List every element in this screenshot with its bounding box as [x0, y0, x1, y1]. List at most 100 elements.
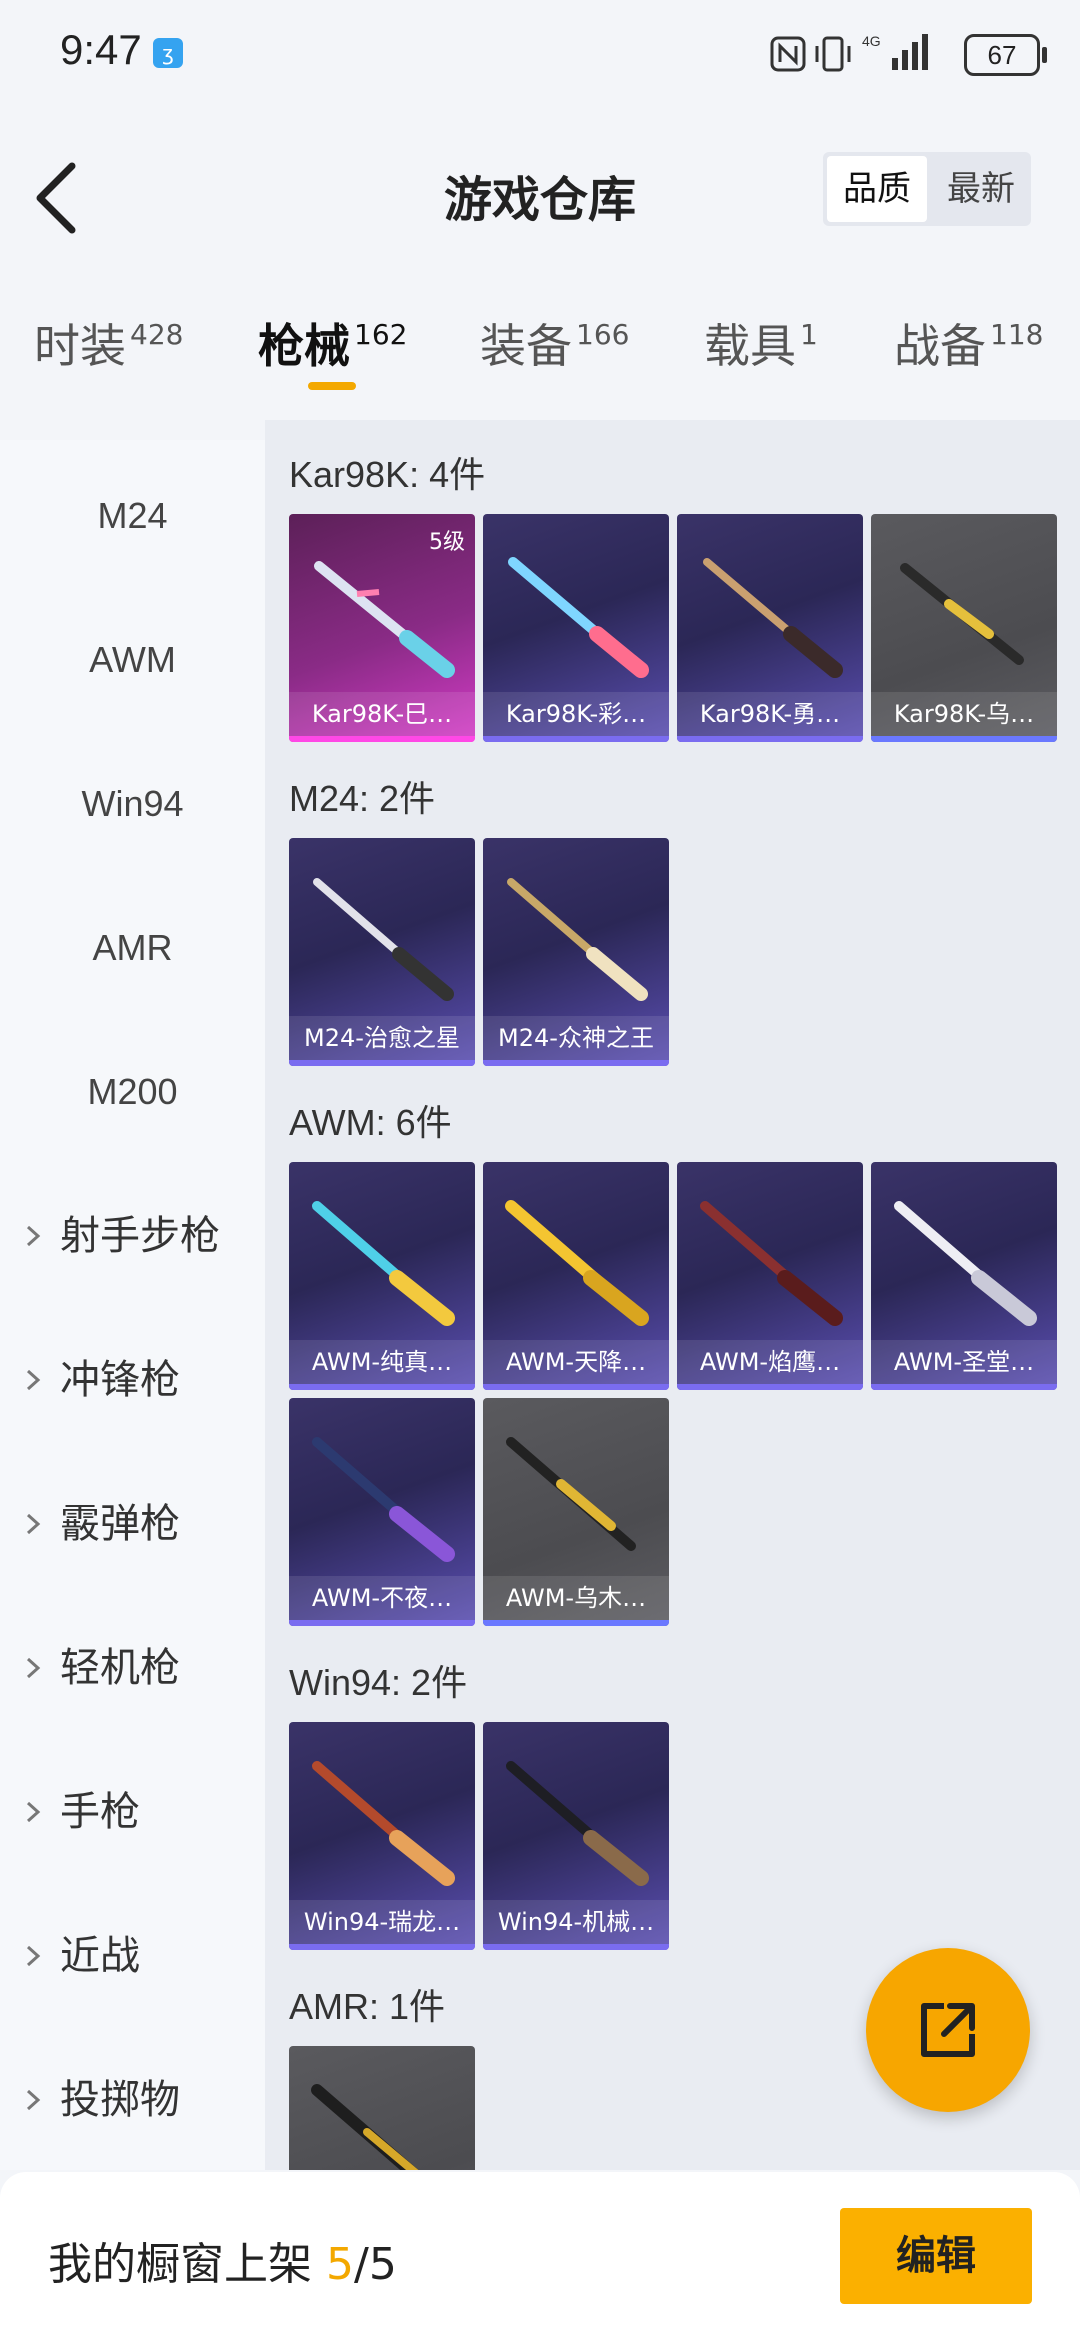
weapon-card[interactable]: Kar98K-勇…	[677, 514, 863, 742]
tab-count: 166	[576, 318, 630, 351]
sidebar-group-throwable[interactable]: 投掷物	[0, 2060, 265, 2140]
quality-bar	[483, 1944, 669, 1950]
quality-bar	[289, 1384, 475, 1390]
status-bar: 9:47 ʒ 4G 67	[0, 0, 1080, 110]
tab-combat-supplies[interactable]: 战备 118	[894, 310, 1043, 376]
weapon-card[interactable]: Win94-机械…	[483, 1722, 669, 1950]
tab-vehicles[interactable]: 载具 1	[704, 310, 818, 376]
rifle-icon	[505, 1200, 649, 1326]
rifle-icon	[506, 1761, 649, 1886]
weapon-card[interactable]: AWM-不夜…	[289, 1398, 475, 1626]
rifle-icon	[313, 878, 454, 1001]
chevron-right-icon	[26, 1657, 41, 1679]
sort-latest-button[interactable]: 最新	[931, 152, 1031, 226]
showcase-total: /5	[354, 2239, 397, 2290]
weapon-card[interactable]: AWM-纯真…	[289, 1162, 475, 1390]
sidebar-group-marksman[interactable]: 射手步枪	[0, 1196, 265, 1276]
sidebar-group-shotgun[interactable]: 霰弹枪	[0, 1484, 265, 1564]
weapon-name: M24-众神之王	[483, 1016, 669, 1060]
weapon-card[interactable]: AWM-圣堂…	[871, 1162, 1057, 1390]
weapon-card[interactable]: 5级 Kar98K-巳…	[289, 514, 475, 742]
chevron-right-icon	[26, 1801, 41, 1823]
weapon-name: M24-治愈之星	[289, 1016, 475, 1060]
share-button[interactable]	[866, 1948, 1030, 2112]
weapon-list: Kar98K: 4件 5级 Kar98K-巳… Kar98K-彩… Kar98K…	[265, 420, 1080, 2170]
category-tabs: 时装 428 枪械 162 装备 166 载具 1 战备 118	[0, 290, 1080, 420]
weapon-name: AWM-乌木…	[483, 1576, 669, 1620]
rifle-icon	[700, 1201, 843, 1326]
sidebar-item-amr[interactable]: AMR	[0, 908, 265, 988]
sidebar-group-label: 霰弹枪	[60, 1502, 180, 1546]
weapon-card[interactable]: AWM-焰鹰…	[677, 1162, 863, 1390]
rifle-icon	[508, 557, 649, 678]
rifle-icon	[312, 1761, 455, 1886]
quality-bar	[289, 1620, 475, 1626]
tab-label: 载具	[704, 319, 796, 373]
active-tab-indicator	[308, 382, 356, 390]
vibrate-icon	[815, 36, 851, 72]
sidebar-item-awm[interactable]: AWM	[0, 620, 265, 700]
tab-weapons[interactable]: 枪械 162	[258, 310, 407, 376]
weapon-card[interactable]	[289, 2046, 475, 2170]
chevron-right-icon	[26, 1369, 41, 1391]
rifle-icon	[312, 1201, 455, 1326]
tab-count: 118	[990, 318, 1044, 351]
sidebar-item-m200[interactable]: M200	[0, 1052, 265, 1132]
sidebar-group-label: 近战	[60, 1934, 140, 1978]
share-icon	[921, 2003, 975, 2057]
tab-count: 162	[354, 318, 408, 351]
weapon-name: Win94-瑞龙…	[289, 1900, 475, 1944]
quality-bar	[871, 736, 1057, 742]
quality-bar	[483, 1060, 669, 1066]
sidebar-group-melee[interactable]: 近战	[0, 1916, 265, 1996]
rifle-icon	[703, 558, 843, 678]
weapon-type-sidebar: M24 AWM Win94 AMR M200 射手步枪 冲锋枪 霰弹枪 轻机枪 …	[0, 440, 265, 2170]
tab-equipment[interactable]: 装备 166	[480, 310, 629, 376]
sidebar-group-label: 冲锋枪	[60, 1358, 180, 1402]
weapon-card[interactable]: Kar98K-乌…	[871, 514, 1057, 742]
rifle-icon	[507, 878, 648, 1001]
weapon-name: Kar98K-彩…	[483, 692, 669, 736]
quality-bar	[677, 736, 863, 742]
weapon-name: Kar98K-乌…	[871, 692, 1057, 736]
sidebar-group-label: 轻机枪	[60, 1646, 180, 1690]
edit-button[interactable]: 编辑	[840, 2208, 1032, 2304]
svg-text:4G: 4G	[862, 33, 881, 49]
rifle-icon	[311, 2084, 419, 2170]
sidebar-group-label: 投掷物	[60, 2078, 180, 2122]
sidebar-item-m24[interactable]: M24	[0, 476, 265, 556]
sidebar-item-win94[interactable]: Win94	[0, 764, 265, 844]
quality-bar	[289, 1944, 475, 1950]
sidebar-group-label: 手枪	[60, 1790, 140, 1834]
quality-bar	[483, 1384, 669, 1390]
weapon-card[interactable]: AWM-天降…	[483, 1162, 669, 1390]
quality-bar	[483, 736, 669, 742]
sidebar-group-smg[interactable]: 冲锋枪	[0, 1340, 265, 1420]
quality-bar	[289, 736, 475, 742]
quality-bar	[871, 1384, 1057, 1390]
weapon-card[interactable]: Kar98K-彩…	[483, 514, 669, 742]
section-title: Kar98K: 4件	[289, 454, 486, 495]
weapon-card[interactable]: M24-众神之王	[483, 838, 669, 1066]
sort-quality-button[interactable]: 品质	[827, 156, 927, 222]
section-title: M24: 2件	[289, 778, 436, 819]
chevron-right-icon	[26, 2089, 41, 2111]
showcase-bar: 我的橱窗上架 5/5 编辑	[0, 2172, 1080, 2340]
quality-bar	[483, 1620, 669, 1626]
tab-label: 枪械	[258, 319, 350, 373]
weapon-card[interactable]: AWM-乌木…	[483, 1398, 669, 1626]
weapon-card[interactable]: M24-治愈之星	[289, 838, 475, 1066]
weapon-card[interactable]: Win94-瑞龙…	[289, 1722, 475, 1950]
weapon-name: AWM-不夜…	[289, 1576, 475, 1620]
rifle-icon	[312, 1437, 455, 1562]
weapon-name: AWM-天降…	[483, 1340, 669, 1384]
chevron-right-icon	[26, 1513, 41, 1535]
weapon-name: Win94-机械…	[483, 1900, 669, 1944]
sidebar-group-pistol[interactable]: 手枪	[0, 1772, 265, 1852]
sidebar-group-label: 射手步枪	[60, 1214, 220, 1258]
rifle-icon	[894, 1201, 1037, 1326]
tab-label: 时装	[34, 319, 126, 373]
tab-fashion[interactable]: 时装 428	[34, 310, 183, 376]
sidebar-group-lmg[interactable]: 轻机枪	[0, 1628, 265, 1708]
app-header: 游戏仓库 品质 最新	[0, 110, 1080, 270]
